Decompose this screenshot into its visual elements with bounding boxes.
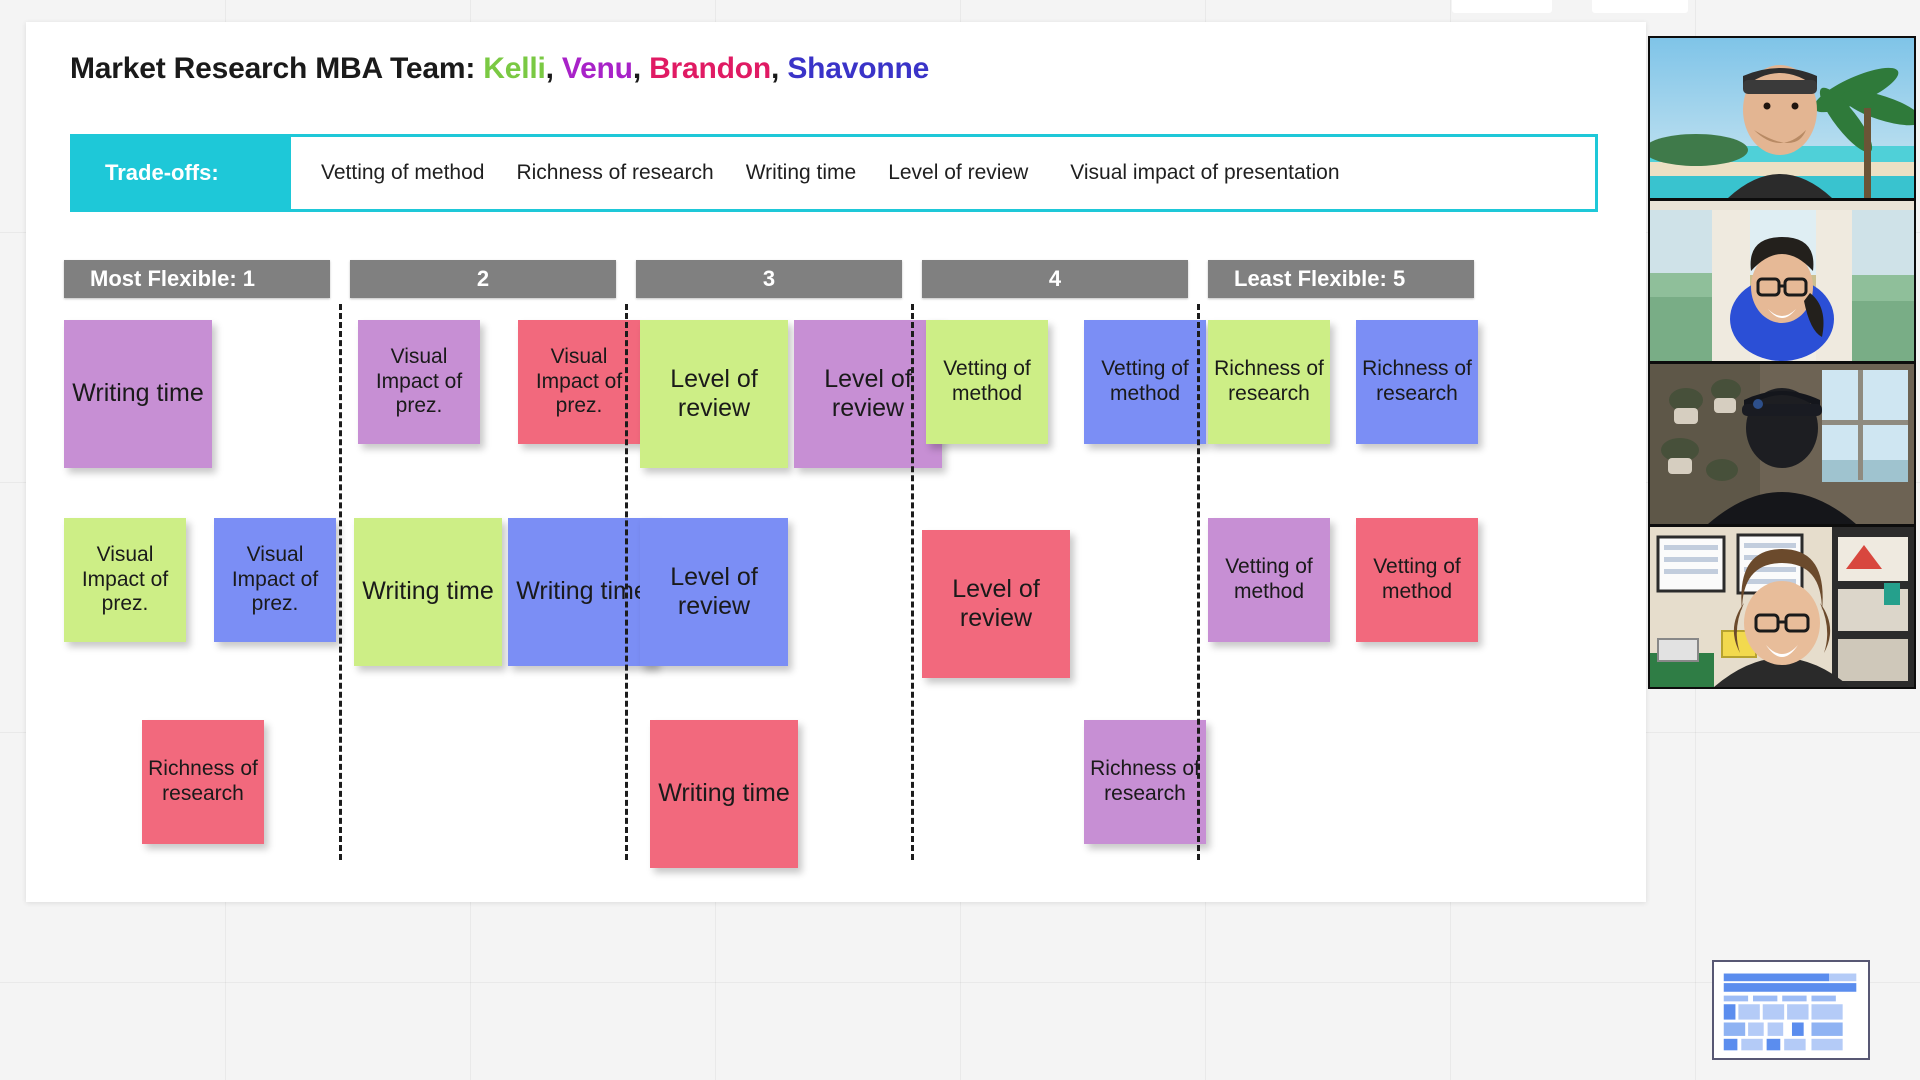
sticky-note[interactable]: Writing time <box>354 518 502 666</box>
ranking-column-5: Least Flexible: 5 Richness of research Ric… <box>1208 260 1478 900</box>
video-tile-participant-3[interactable] <box>1650 364 1914 524</box>
tradeoffs-label: Trade-offs: <box>73 137 291 209</box>
tradeoffs-item-list: Vetting of method Richness of research Wri… <box>291 137 1595 209</box>
sticky-note[interactable]: Writing time <box>508 518 656 666</box>
sticky-note[interactable]: Vetting of method <box>1208 518 1330 642</box>
ranking-column-4: 4 Vetting of method Vetting of method Level… <box>922 260 1206 900</box>
column-header-3: 3 <box>636 260 902 298</box>
column-notes-area-1: Writing time Visual Impact of prez. Visual… <box>64 320 336 900</box>
column-divider-2 <box>625 304 628 860</box>
sticky-note[interactable]: Writing time <box>650 720 798 868</box>
sticky-note[interactable]: Level of review <box>922 530 1070 678</box>
sticky-note[interactable]: Visual Impact of prez. <box>214 518 336 642</box>
top-panel-chip-left <box>1452 0 1552 13</box>
sticky-note[interactable]: Vetting of method <box>1084 320 1206 444</box>
team-member-name-venu: Venu <box>561 52 633 85</box>
sticky-note[interactable]: Level of review <box>794 320 942 468</box>
column-header-1: Most Flexible: 1 <box>64 260 330 298</box>
column-notes-area-4: Vetting of method Vetting of method Level … <box>922 320 1206 900</box>
tradeoff-item-4: Level of review <box>888 161 1029 184</box>
team-member-name-shavonne: Shavonne <box>787 52 930 85</box>
sticky-note[interactable]: Level of review <box>640 518 788 666</box>
participant-video-icon <box>1650 201 1914 361</box>
page-title: Market Research MBA Team: Kelli, Venu, B… <box>70 52 930 85</box>
column-divider-4 <box>1197 304 1200 860</box>
tradeoffs-bar: Trade-offs: Vetting of method Richness of… <box>70 134 1598 212</box>
sticky-note[interactable]: Vetting of method <box>1356 518 1478 642</box>
sticky-note[interactable]: Writing time <box>64 320 212 468</box>
tradeoff-item-2: Richness of research <box>516 161 714 184</box>
ranking-column-2: 2 Visual Impact of prez. Visual Impact of … <box>350 260 656 900</box>
sticky-note[interactable]: Level of review <box>640 320 788 468</box>
participant-video-icon <box>1650 38 1914 198</box>
column-header-5: Least Flexible: 5 <box>1208 260 1474 298</box>
sticky-note[interactable]: Visual Impact of prez. <box>64 518 186 642</box>
tradeoff-item-1: Vetting of method <box>321 161 485 184</box>
team-member-name-brandon: Brandon <box>649 52 772 85</box>
tradeoff-item-3: Writing time <box>745 161 857 184</box>
video-tile-participant-4[interactable] <box>1650 527 1914 687</box>
whiteboard-frame[interactable]: Market Research MBA Team: Kelli, Venu, B… <box>26 22 1646 902</box>
name-separator: , <box>771 52 788 85</box>
top-panel-chip-right <box>1592 0 1688 13</box>
column-divider-3 <box>911 304 914 860</box>
sticky-note[interactable]: Richness of research <box>1208 320 1330 444</box>
tradeoff-item-5: Visual impact of presentation <box>1070 161 1340 184</box>
ranking-columns: Most Flexible: 1 Writing time Visual Impac… <box>64 260 1624 900</box>
ranking-column-3: 3 Level of review Level of review Level of … <box>636 260 942 900</box>
name-separator: , <box>632 52 650 85</box>
sticky-note[interactable]: Visual Impact of prez. <box>518 320 640 444</box>
whiteboard-canvas[interactable]: Market Research MBA Team: Kelli, Venu, B… <box>0 0 1920 1080</box>
ranking-column-1: Most Flexible: 1 Writing time Visual Impac… <box>64 260 342 900</box>
participant-video-icon <box>1650 364 1914 524</box>
video-participant-strip[interactable] <box>1648 36 1916 689</box>
team-member-name-kelli: Kelli <box>483 52 546 85</box>
name-separator: , <box>545 52 562 85</box>
column-header-2: 2 <box>350 260 616 298</box>
sticky-note[interactable]: Richness of research <box>1084 720 1206 844</box>
column-notes-area-3: Level of review Level of review Level of r… <box>636 320 942 900</box>
board-minimap[interactable] <box>1712 960 1870 1060</box>
column-notes-area-5: Richness of research Richness of research… <box>1208 320 1478 900</box>
participant-video-icon <box>1650 527 1914 687</box>
sticky-note[interactable]: Vetting of method <box>926 320 1048 444</box>
column-divider-1 <box>339 304 342 860</box>
column-notes-area-2: Visual Impact of prez. Visual Impact of p… <box>350 320 656 900</box>
video-tile-participant-1[interactable] <box>1650 38 1914 198</box>
minimap-preview-icon <box>1714 962 1868 1058</box>
video-tile-participant-2[interactable] <box>1650 201 1914 361</box>
sticky-note[interactable]: Richness of research <box>142 720 264 844</box>
column-header-4: 4 <box>922 260 1188 298</box>
sticky-note[interactable]: Visual Impact of prez. <box>358 320 480 444</box>
sticky-note[interactable]: Richness of research <box>1356 320 1478 444</box>
